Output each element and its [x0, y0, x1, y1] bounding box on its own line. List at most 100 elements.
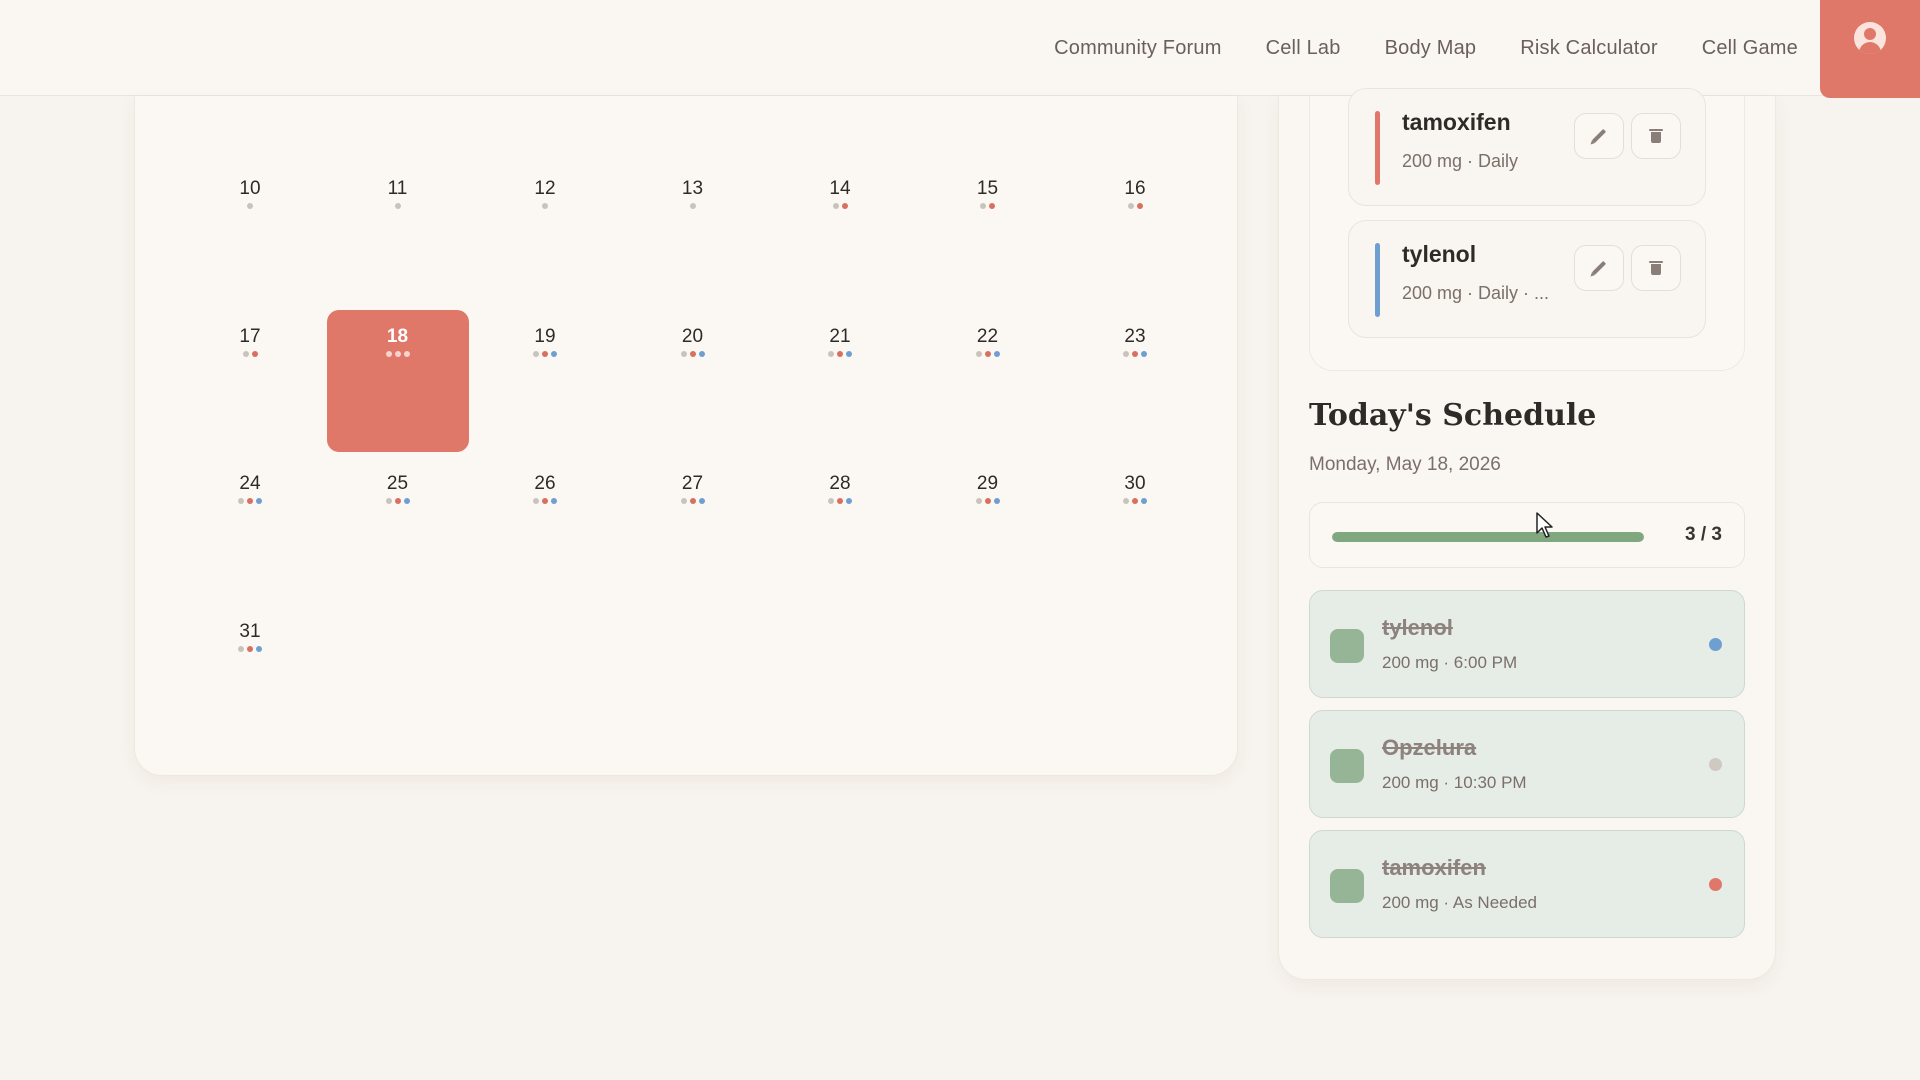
dose-indicator-dot: [1123, 350, 1129, 357]
calendar-day[interactable]: 12: [474, 162, 616, 304]
delete-medication-button[interactable]: [1631, 245, 1681, 291]
calendar-day-number: 28: [829, 473, 851, 494]
dose-indicator-dot: [828, 498, 834, 504]
schedule-item-info: 200 mg · 6:00 PM: [1382, 653, 1518, 672]
dose-indicator-dot: [698, 350, 705, 357]
schedule-date: Monday, May 18, 2026: [1309, 454, 1501, 475]
calendar-day-number: 23: [1124, 325, 1146, 347]
calendar-day-number: 19: [534, 325, 556, 347]
calendar-day[interactable]: 30: [1064, 457, 1206, 599]
progress-count: 3 / 3: [1685, 524, 1722, 545]
nav-link-cell-game[interactable]: Cell Game: [1702, 37, 1798, 60]
calendar-day[interactable]: 27: [622, 457, 764, 599]
edit-medication-button[interactable]: [1574, 113, 1624, 159]
calendar-day[interactable]: 16: [1064, 162, 1206, 304]
schedule-item-info: 200 mg · 10:30 PM: [1382, 773, 1527, 792]
dose-indicator-dot: [841, 203, 848, 209]
calendar-day[interactable]: 24: [179, 457, 321, 599]
dose-indicator-dot: [403, 350, 410, 357]
calendar-day[interactable]: 25: [327, 457, 469, 599]
dose-indicator-dot: [980, 203, 986, 209]
calendar-day-number: 31: [239, 620, 261, 642]
calendar-day[interactable]: 28: [769, 457, 911, 599]
calendar-day[interactable]: 15: [917, 162, 1059, 304]
dose-indicator-dot: [837, 350, 843, 357]
calendar-day[interactable]: 22: [917, 310, 1059, 452]
dose-indicator-dot: [247, 645, 253, 652]
medication-name: tamoxifen: [1402, 109, 1511, 135]
schedule-title: Today's Schedule: [1309, 398, 1597, 433]
calendar-day-number: 29: [976, 473, 999, 494]
dose-indicator-dot: [828, 350, 834, 357]
delete-medication-button[interactable]: [1631, 113, 1681, 159]
calendar-day[interactable]: 23: [1064, 310, 1206, 452]
dose-indicator-dot: [238, 498, 244, 504]
calendar-day-dots: [1123, 498, 1147, 505]
calendar-day[interactable]: 17: [179, 310, 321, 452]
right-panel: tamoxifen 200 mg · Daily tylenol 200 mg …: [1278, 88, 1776, 980]
schedule-item-color-dot: [1709, 638, 1722, 651]
dose-indicator-dot: [984, 350, 991, 357]
dose-indicator-dot: [680, 498, 687, 504]
dose-indicator-dot: [1141, 498, 1147, 504]
calendar-day-number: 21: [829, 325, 851, 347]
nav-link-community-forum[interactable]: Community Forum: [1054, 37, 1221, 60]
medication-item: tamoxifen 200 mg · Daily: [1348, 88, 1706, 206]
edit-medication-button[interactable]: [1574, 245, 1624, 291]
calendar-day[interactable]: 11: [327, 162, 469, 304]
pencil-icon: [1591, 260, 1607, 276]
schedule-item[interactable]: tylenol 200 mg · 6:00 PM: [1309, 590, 1745, 698]
nav-link-risk-calculator[interactable]: Risk Calculator: [1520, 37, 1657, 60]
profile-button[interactable]: [1820, 0, 1920, 98]
schedule-item-name: tamoxifen: [1382, 855, 1486, 880]
trash-icon: [1649, 261, 1663, 275]
calendar-day-dots: [385, 350, 410, 358]
calendar-day-dots: [247, 203, 253, 210]
medication-color-bar: [1375, 243, 1380, 317]
dose-indicator-dot: [385, 498, 392, 504]
dose-indicator-dot: [533, 350, 539, 357]
dose-indicator-dot: [542, 498, 548, 504]
calendar-day-number: 13: [681, 178, 704, 199]
calendar-day-dots: [533, 498, 557, 505]
schedule-item[interactable]: Opzelura 200 mg · 10:30 PM: [1309, 710, 1745, 818]
dose-indicator-dot: [1127, 203, 1134, 209]
medication-name: tylenol: [1402, 241, 1477, 267]
medication-item: tylenol 200 mg · Daily · ...: [1348, 220, 1706, 338]
calendar-day[interactable]: 18: [326, 309, 469, 452]
calendar-day-number: 17: [239, 325, 261, 347]
calendar-day-dots: [385, 498, 410, 505]
dose-indicator-dot: [837, 498, 843, 504]
dose-indicator-dot: [1132, 350, 1138, 357]
calendar-day[interactable]: 13: [622, 162, 764, 304]
schedule-item-color-dot: [1709, 758, 1722, 771]
nav-link-body-map[interactable]: Body Map: [1385, 37, 1477, 60]
dose-indicator-dot: [1141, 350, 1147, 357]
medication-info: 200 mg · Daily · ...: [1402, 283, 1550, 303]
pencil-icon: [1591, 128, 1607, 144]
completed-checkbox[interactable]: [1330, 629, 1364, 663]
calendar-day[interactable]: 21: [769, 310, 911, 452]
calendar-day[interactable]: 14: [769, 162, 911, 304]
calendar-day-dots: [828, 350, 852, 358]
dose-indicator-dot: [256, 498, 262, 504]
calendar-day[interactable]: 20: [622, 310, 764, 452]
dose-indicator-dot: [989, 203, 995, 209]
calendar-day[interactable]: 19: [474, 310, 616, 452]
medication-info: 200 mg · Daily: [1402, 151, 1519, 171]
calendar-day[interactable]: 31: [179, 605, 321, 747]
calendar-day[interactable]: 26: [474, 457, 616, 599]
schedule-item[interactable]: tamoxifen 200 mg · As Needed: [1309, 830, 1745, 938]
dose-indicator-dot: [403, 498, 410, 504]
calendar-day-number: 30: [1124, 473, 1146, 494]
calendar-day[interactable]: 10: [179, 162, 321, 304]
completed-checkbox[interactable]: [1330, 869, 1364, 903]
dose-indicator-dot: [689, 498, 696, 504]
completed-checkbox[interactable]: [1330, 749, 1364, 783]
dose-indicator-dot: [846, 350, 852, 357]
dose-indicator-dot: [1123, 498, 1129, 504]
calendar-day[interactable]: 29: [917, 457, 1059, 599]
nav-link-cell-lab[interactable]: Cell Lab: [1266, 37, 1341, 60]
calendar-day-number: 18: [386, 325, 409, 347]
calendar-day-dots: [238, 498, 262, 505]
